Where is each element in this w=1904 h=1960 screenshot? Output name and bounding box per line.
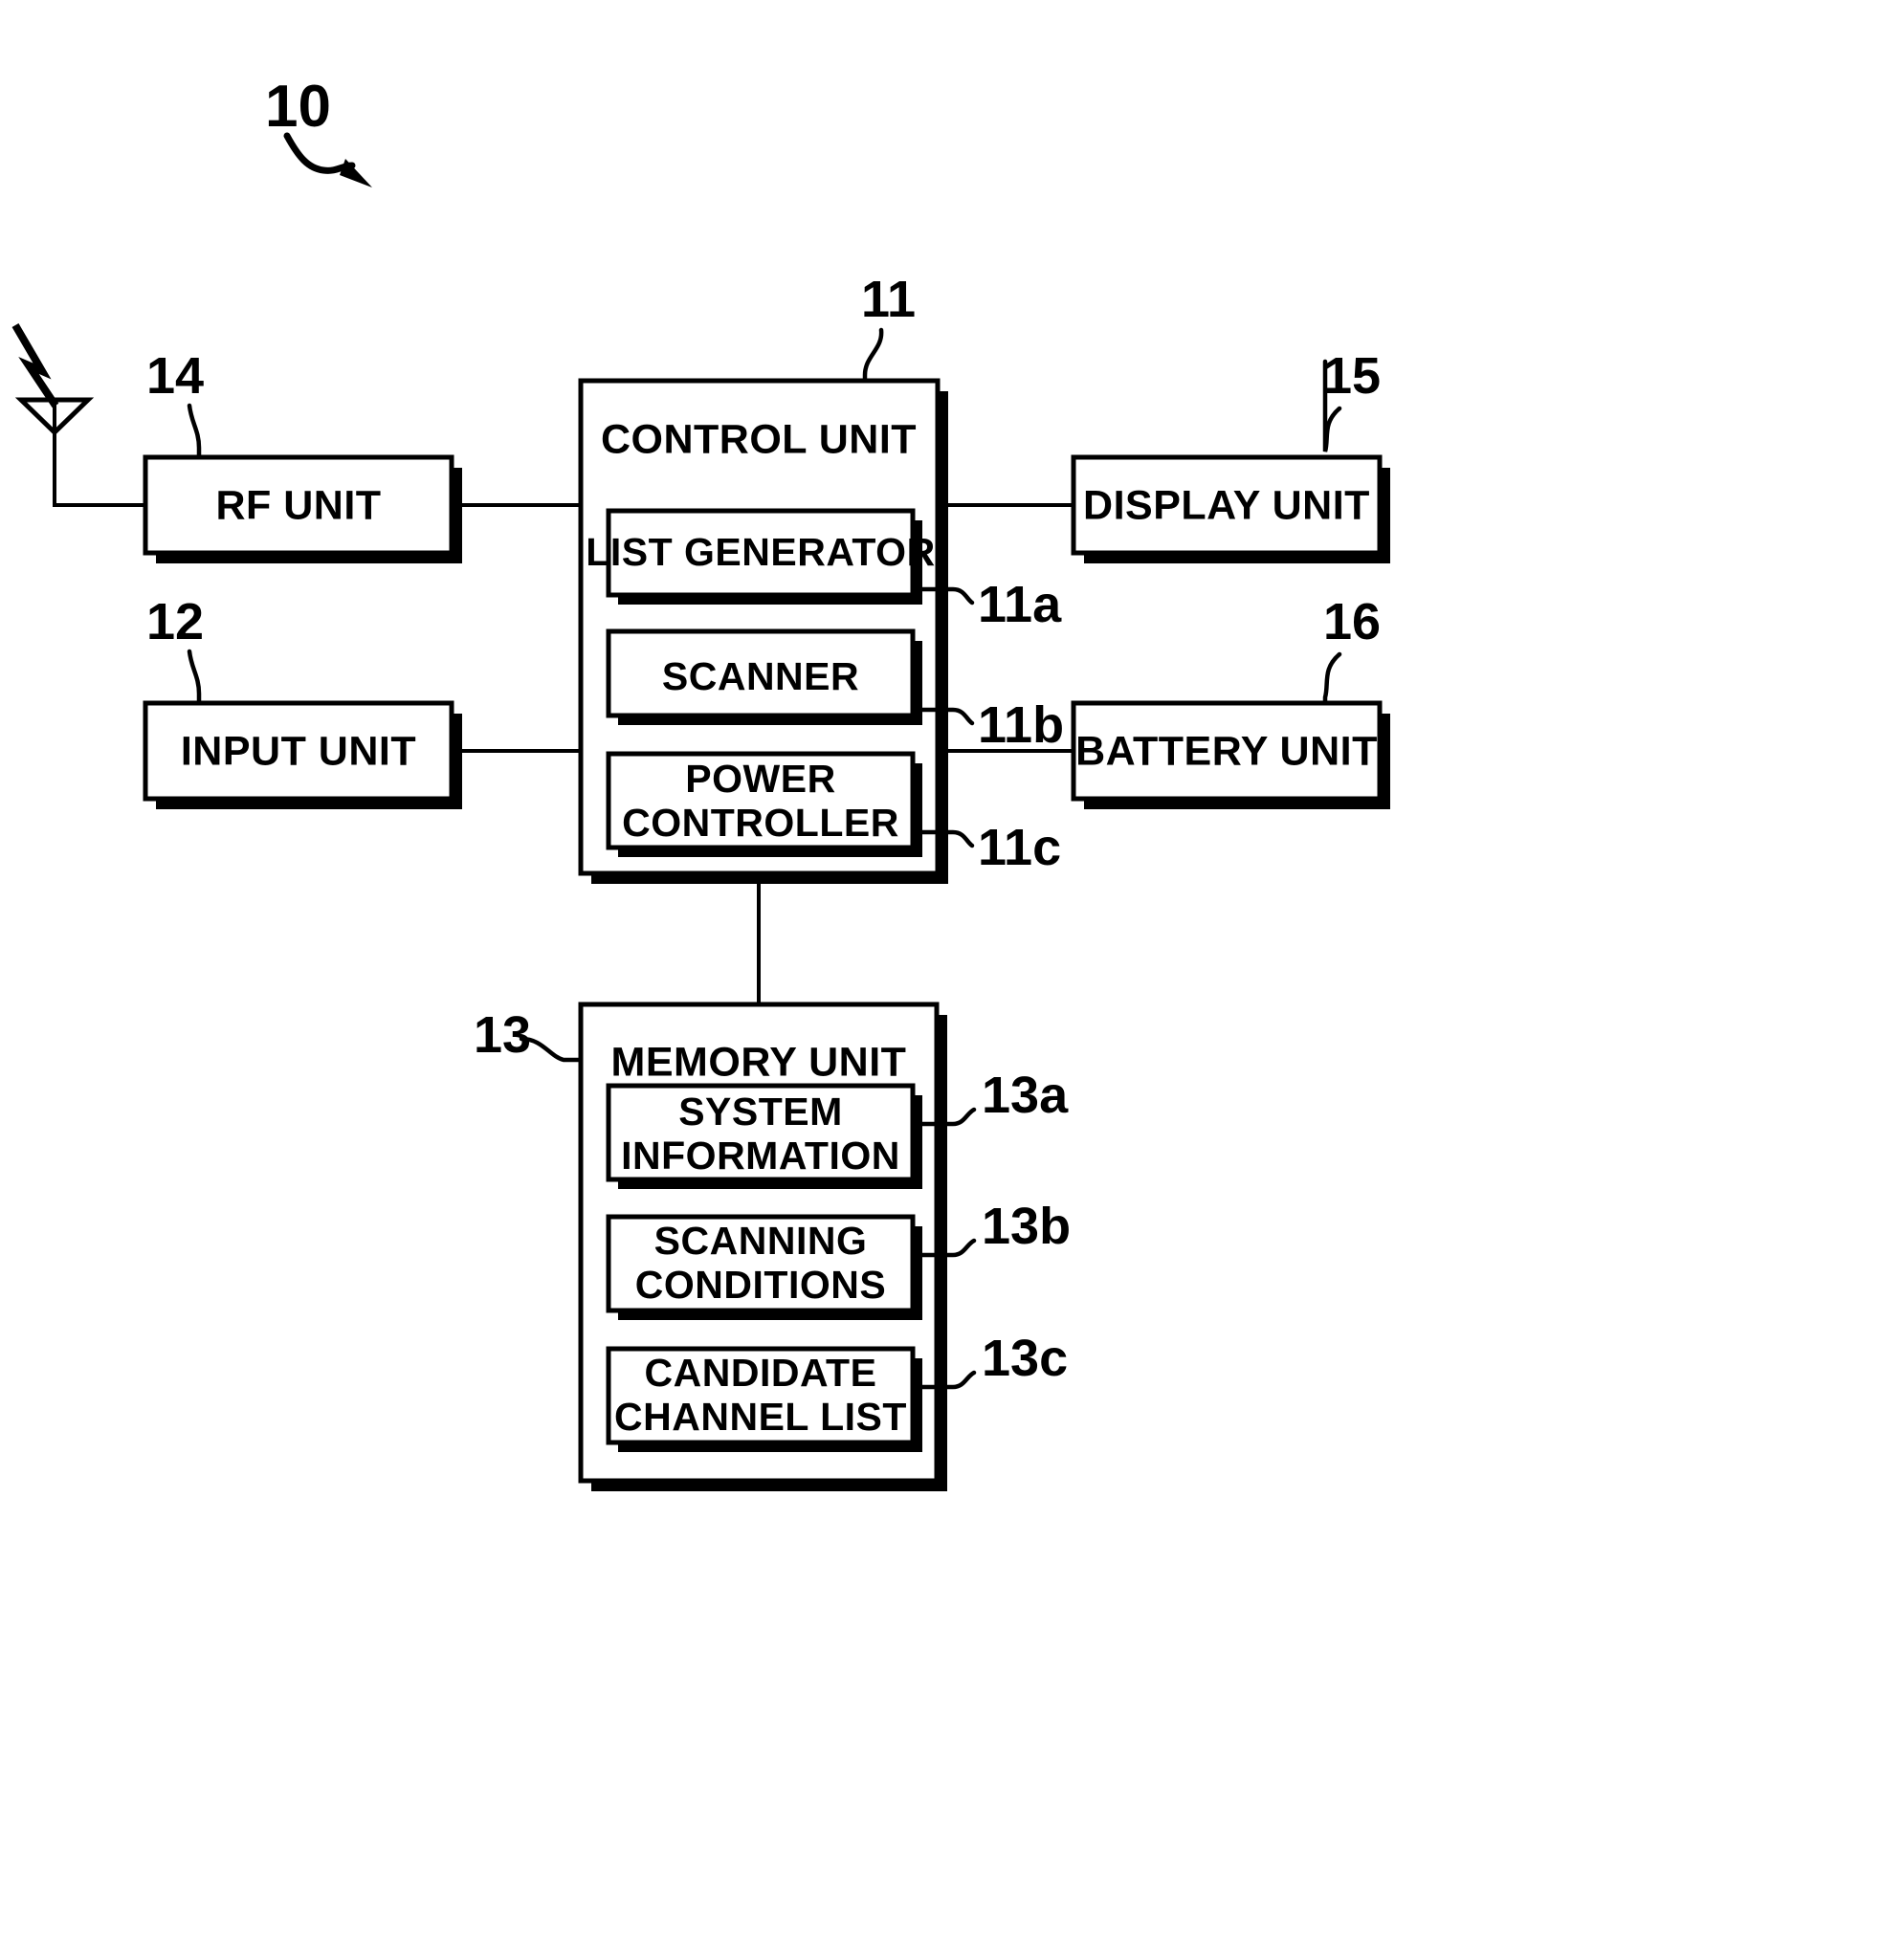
control-unit-ref-label: 11 [861,271,916,328]
control-unit-reference-group: 11 [861,271,916,384]
battery-unit-label: BATTERY UNIT [1075,728,1378,774]
display-unit-label: DISPLAY UNIT [1083,482,1370,528]
antenna-to-rf-wire [53,400,144,507]
rf-unit-reference-group: 14 [146,347,204,460]
rf-unit-block[interactable]: RF UNIT [143,454,462,563]
list-generator-block[interactable]: LIST GENERATOR [586,508,935,605]
input-unit-ref-label: 12 [146,593,204,650]
memory-unit-reference-group: 13 [474,1006,584,1064]
list-generator-ref-label: 11a [978,576,1062,633]
scanning-conditions-ref-label: 13b [982,1198,1071,1255]
power-controller-label-line1: POWER [685,757,835,801]
candidate-channel-list-label-line2: CHANNEL LIST [614,1395,907,1439]
rf-unit-label: RF UNIT [215,482,381,528]
control-unit-leader-line [862,327,884,384]
candidate-channel-list-ref-label: 13c [982,1330,1068,1387]
power-controller-ref-label: 11c [978,819,1061,876]
battery-unit-ref-label: 16 [1323,593,1381,650]
memory-unit-label: MEMORY UNIT [611,1039,907,1085]
scanner-ref-label: 11b [978,696,1064,754]
antenna-group [11,322,144,507]
battery-unit-leader-line [1322,651,1342,706]
system-information-block[interactable]: SYSTEM INFORMATION [606,1083,922,1189]
candidate-channel-list-label-line1: CANDIDATE [645,1351,877,1395]
power-controller-block[interactable]: POWER CONTROLLER [606,751,922,857]
scanning-conditions-block[interactable]: SCANNING CONDITIONS [606,1214,922,1320]
input-unit-leader-line [187,649,202,706]
system-information-ref-label: 13a [982,1067,1069,1124]
patent-figure-canvas: 10 RF UNIT 14 INPUT UNIT 12 CONTROL UNIT [0,0,1904,1960]
reference-10-label: 10 [265,74,331,140]
display-unit-ref-label: 15 [1323,347,1381,405]
scanner-label: SCANNER [662,654,859,698]
display-unit-reference-group: 15 [1322,347,1381,452]
reference-10-arrowhead [340,159,372,187]
power-controller-label-line2: CONTROLLER [622,801,899,845]
block-diagram: 10 RF UNIT 14 INPUT UNIT 12 CONTROL UNIT [11,74,1390,1491]
system-information-label-line1: SYSTEM [678,1090,843,1134]
rf-unit-leader-line [187,403,202,460]
display-unit-block[interactable]: DISPLAY UNIT [1071,454,1390,563]
system-information-label-line2: INFORMATION [621,1134,900,1178]
input-unit-reference-group: 12 [146,593,204,706]
input-unit-label: INPUT UNIT [181,728,416,774]
reference-10-leader-line [283,132,356,174]
battery-unit-block[interactable]: BATTERY UNIT [1071,700,1390,809]
scanning-conditions-label-line1: SCANNING [654,1219,868,1263]
memory-unit-ref-label: 13 [474,1006,531,1064]
candidate-channel-list-block[interactable]: CANDIDATE CHANNEL LIST [606,1346,922,1452]
input-unit-block[interactable]: INPUT UNIT [143,700,462,809]
control-unit-label: CONTROL UNIT [601,416,917,462]
scanner-block[interactable]: SCANNER [606,628,922,725]
figure-reference-10-group: 10 [265,74,372,187]
list-generator-label: LIST GENERATOR [586,530,935,574]
rf-unit-ref-label: 14 [146,347,204,405]
lightning-bolt-icon [11,322,59,408]
scanning-conditions-label-line2: CONDITIONS [635,1263,886,1307]
battery-unit-reference-group: 16 [1322,593,1381,706]
